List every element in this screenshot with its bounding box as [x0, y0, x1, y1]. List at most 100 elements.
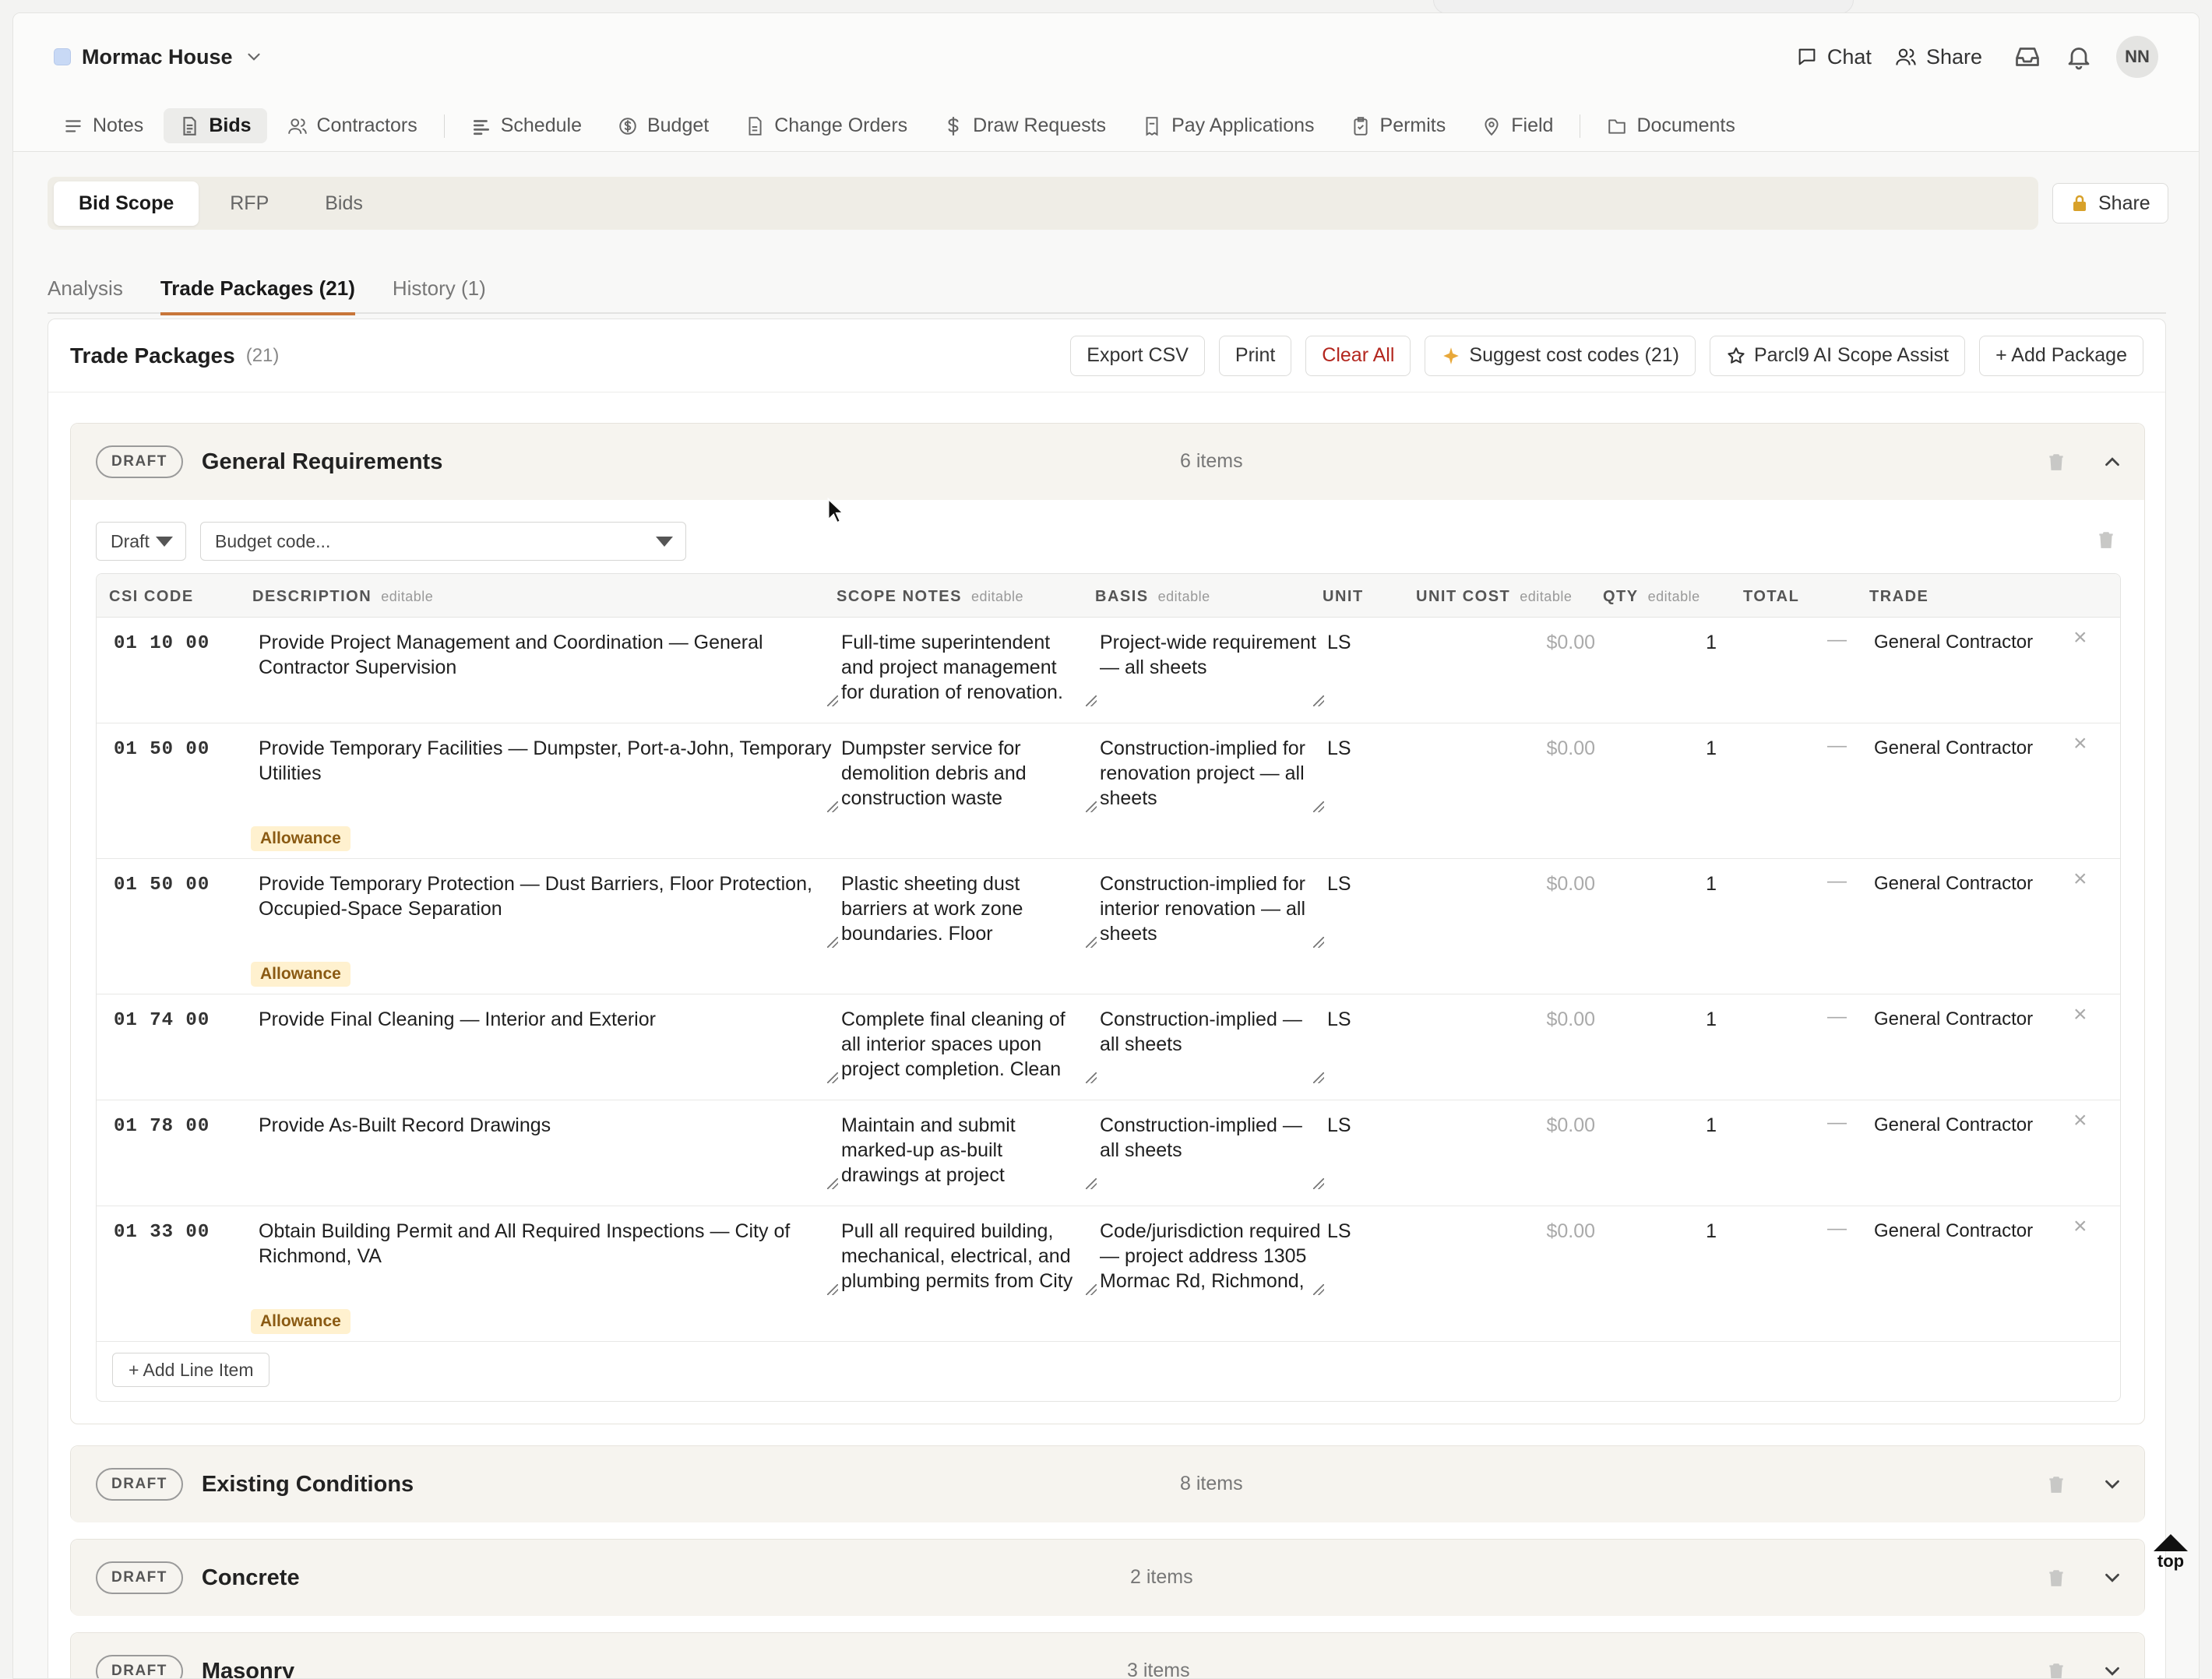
basis-field[interactable]: Code/jurisdiction required — project add… [1100, 1219, 1326, 1294]
resize-handle-icon[interactable] [827, 1284, 838, 1295]
resize-handle-icon[interactable] [1086, 937, 1097, 948]
scope-notes-field[interactable]: Maintain and submit marked-up as-built d… [841, 1113, 1083, 1188]
chevron-down-icon[interactable] [2101, 1473, 2124, 1496]
user-avatar[interactable]: NN [2116, 36, 2158, 78]
nav-field[interactable]: Field [1466, 108, 1569, 143]
remove-row-button[interactable]: × [2073, 625, 2087, 650]
basis-field[interactable]: Project-wide requirement — all sheets [1100, 630, 1326, 705]
trash-icon[interactable] [2096, 530, 2116, 550]
nav-bids[interactable]: Bids [164, 108, 267, 143]
suggest-cost-codes-button[interactable]: Suggest cost codes (21) [1425, 335, 1696, 376]
trash-icon[interactable] [2046, 452, 2066, 472]
print-button[interactable]: Print [1218, 335, 1292, 376]
description-field[interactable]: Provide Temporary Protection — Dust Barr… [259, 871, 835, 921]
chevron-down-icon[interactable] [2101, 1660, 2124, 1678]
remove-row-button[interactable]: × [2073, 1108, 2087, 1133]
share-scope-button[interactable]: Share [2052, 183, 2168, 224]
unit-cost-field[interactable]: $0.00 [1494, 736, 1595, 761]
resize-handle-icon[interactable] [1086, 1284, 1097, 1295]
package-header[interactable]: DRAFT Existing Conditions 8 items [71, 1446, 2144, 1522]
tab-bid-scope[interactable]: Bid Scope [54, 181, 199, 226]
nav-permits[interactable]: Permits [1335, 108, 1462, 143]
scope-notes-field[interactable]: Dumpster service for demolition debris a… [841, 736, 1083, 811]
trash-icon[interactable] [2046, 1661, 2066, 1678]
description-field[interactable]: Provide Project Management and Coordinat… [259, 630, 835, 680]
nav-contractors[interactable]: Contractors [272, 108, 433, 143]
package-status-select[interactable]: Draft [96, 522, 186, 561]
nav-pay-applications[interactable]: Pay Applications [1126, 108, 1330, 143]
description-field[interactable]: Provide Final Cleaning — Interior and Ex… [259, 1007, 835, 1032]
resize-handle-icon[interactable] [1313, 1178, 1324, 1189]
package-header[interactable]: DRAFT Concrete 2 items [71, 1540, 2144, 1616]
scope-notes-field[interactable]: Complete final cleaning of all interior … [841, 1007, 1083, 1082]
resize-handle-icon[interactable] [827, 937, 838, 948]
resize-handle-icon[interactable] [1313, 695, 1324, 706]
chat-button[interactable]: Chat [1796, 45, 1872, 69]
remove-row-button[interactable]: × [2073, 867, 2087, 892]
qty-field[interactable]: 1 [1670, 736, 1717, 761]
bell-icon[interactable] [2065, 43, 2093, 71]
share-button[interactable]: Share [1895, 45, 1982, 69]
nav-change-orders[interactable]: Change Orders [729, 108, 923, 143]
resize-handle-icon[interactable] [1313, 937, 1324, 948]
basis-field[interactable]: Construction-implied — all sheets [1100, 1007, 1326, 1082]
chevron-up-icon[interactable] [2101, 450, 2124, 473]
package-header[interactable]: DRAFT Masonry 3 items [71, 1633, 2144, 1678]
scope-notes-field[interactable]: Full-time superintendent and project man… [841, 630, 1083, 705]
resize-handle-icon[interactable] [1313, 801, 1324, 812]
basis-field[interactable]: Construction-implied — all sheets [1100, 1113, 1326, 1188]
chevron-down-icon[interactable] [2101, 1566, 2124, 1589]
add-line-item-button[interactable]: + Add Line Item [112, 1353, 270, 1387]
package-header[interactable]: DRAFT General Requirements 6 items [71, 424, 2144, 500]
unit-cost-field[interactable]: $0.00 [1494, 1219, 1595, 1244]
qty-field[interactable]: 1 [1670, 1007, 1717, 1032]
scroll-to-top-button[interactable]: top [2150, 1534, 2192, 1572]
description-field[interactable]: Provide Temporary Facilities — Dumpster,… [259, 736, 835, 786]
scope-notes-field[interactable]: Plastic sheeting dust barriers at work z… [841, 871, 1083, 946]
resize-handle-icon[interactable] [1086, 1178, 1097, 1189]
tab-rfp[interactable]: RFP [205, 181, 294, 226]
basis-field[interactable]: Construction-implied for renovation proj… [1100, 736, 1326, 811]
remove-row-button[interactable]: × [2073, 1002, 2087, 1027]
trash-icon[interactable] [2046, 1474, 2066, 1494]
tab-analysis[interactable]: Analysis [48, 259, 123, 315]
basis-field[interactable]: Construction-implied for interior renova… [1100, 871, 1326, 946]
remove-row-button[interactable]: × [2073, 731, 2087, 756]
resize-handle-icon[interactable] [1313, 1072, 1324, 1083]
remove-row-button[interactable]: × [2073, 1214, 2087, 1239]
tab-bids[interactable]: Bids [300, 181, 388, 226]
resize-handle-icon[interactable] [827, 1072, 838, 1083]
project-switcher[interactable]: Mormac House [54, 45, 264, 69]
qty-field[interactable]: 1 [1670, 871, 1717, 896]
tab-history[interactable]: History (1) [393, 259, 486, 315]
budget-code-select[interactable]: Budget code... [200, 522, 686, 561]
qty-field[interactable]: 1 [1670, 1113, 1717, 1138]
unit-cost-field[interactable]: $0.00 [1494, 1113, 1595, 1138]
resize-handle-icon[interactable] [827, 695, 838, 706]
qty-field[interactable]: 1 [1670, 630, 1717, 655]
add-package-button[interactable]: + Add Package [1979, 335, 2143, 376]
resize-handle-icon[interactable] [1086, 801, 1097, 812]
nav-budget[interactable]: Budget [602, 108, 724, 143]
unit-cost-field[interactable]: $0.00 [1494, 1007, 1595, 1032]
qty-field[interactable]: 1 [1670, 1219, 1717, 1244]
nav-documents[interactable]: Documents [1591, 108, 1750, 143]
clear-all-button[interactable]: Clear All [1305, 335, 1411, 376]
description-field[interactable]: Provide As-Built Record Drawings [259, 1113, 835, 1138]
resize-handle-icon[interactable] [1086, 695, 1097, 706]
resize-handle-icon[interactable] [827, 801, 838, 812]
unit-cost-field[interactable]: $0.00 [1494, 871, 1595, 896]
resize-handle-icon[interactable] [827, 1178, 838, 1189]
resize-handle-icon[interactable] [1086, 1072, 1097, 1083]
resize-handle-icon[interactable] [1313, 1284, 1324, 1295]
nav-notes[interactable]: Notes [48, 108, 159, 143]
export-csv-button[interactable]: Export CSV [1070, 335, 1205, 376]
unit-cost-field[interactable]: $0.00 [1494, 630, 1595, 655]
nav-schedule[interactable]: Schedule [456, 108, 597, 143]
ai-scope-assist-button[interactable]: Parcl9 AI Scope Assist [1709, 335, 1966, 376]
nav-draw-requests[interactable]: Draw Requests [928, 108, 1122, 143]
inbox-icon[interactable] [2013, 43, 2041, 71]
scope-notes-field[interactable]: Pull all required building, mechanical, … [841, 1219, 1083, 1294]
description-field[interactable]: Obtain Building Permit and All Required … [259, 1219, 835, 1269]
trash-icon[interactable] [2046, 1568, 2066, 1588]
